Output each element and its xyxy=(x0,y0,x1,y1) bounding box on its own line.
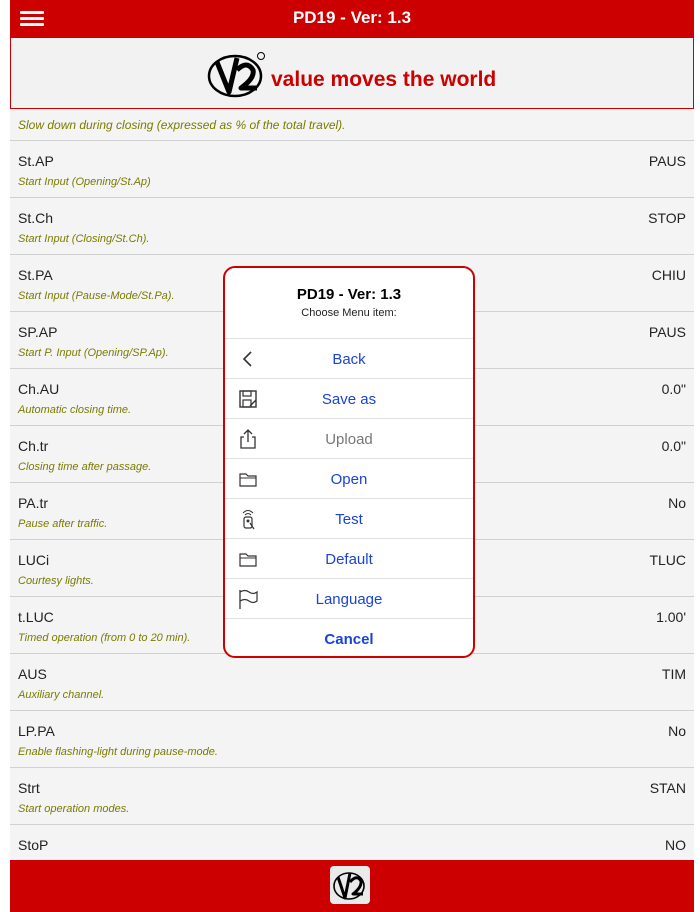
param-code: SP.AP xyxy=(18,324,58,340)
menu-item-label: Test xyxy=(335,511,363,528)
param-code: St.PA xyxy=(18,267,53,283)
param-value: No xyxy=(668,495,686,511)
param-value: STOP xyxy=(648,210,686,226)
param-code: AUS xyxy=(18,666,47,682)
menu-item-save-as[interactable]: Save as xyxy=(225,378,473,418)
param-code: St.Ch xyxy=(18,210,54,226)
param-description: Start Input (Opening/St.Ap) xyxy=(18,176,151,188)
param-code: t.LUC xyxy=(18,609,54,625)
param-code: LUCi xyxy=(18,552,50,568)
param-value: 1.00' xyxy=(656,609,686,625)
menu-item-back[interactable]: Back xyxy=(225,338,473,378)
dialog-subtitle: Choose Menu item: xyxy=(301,307,397,319)
v2-logo-icon[interactable] xyxy=(330,866,370,904)
brand-tagline: value moves the world xyxy=(271,68,497,91)
param-code: StoP xyxy=(18,837,49,853)
brand-banner: value moves the world xyxy=(10,38,694,109)
bottom-bar xyxy=(10,860,694,912)
param-value: NO xyxy=(665,837,686,853)
menu-item-label: Language xyxy=(315,591,383,608)
top-bar: PD19 - Ver: 1.3 xyxy=(10,0,694,38)
param-code: Ch.AU xyxy=(18,381,60,397)
param-value: No xyxy=(668,723,686,739)
param-description: Pause after traffic. xyxy=(18,518,108,530)
param-value: TIM xyxy=(661,666,686,682)
v2-logo-icon xyxy=(207,52,265,98)
param-code: Ch.tr xyxy=(18,438,49,454)
menu-item-label: Save as xyxy=(321,391,377,408)
param-description: Auxiliary channel. xyxy=(18,689,105,701)
menu-item-label: Open xyxy=(330,471,368,488)
dialog-title: PD19 - Ver: 1.3 xyxy=(296,286,402,303)
param-value: CHIU xyxy=(651,267,686,283)
param-value: STAN xyxy=(649,780,686,796)
param-description: Courtesy lights. xyxy=(18,575,94,587)
menu-item-default[interactable]: Default xyxy=(225,538,473,578)
menu-item-language[interactable]: Language xyxy=(225,578,473,618)
menu-item-label: Back xyxy=(332,351,366,368)
app-title: PD19 - Ver: 1.3 xyxy=(292,8,412,27)
list-item[interactable]: Strt Start operation modes. STAN xyxy=(10,768,694,825)
param-description: Start P. Input (Opening/SP.Ap). xyxy=(18,347,169,359)
menu-item-label: Default xyxy=(325,551,373,568)
menu-item-label: Cancel xyxy=(324,631,374,648)
list-item-description: Slow down during closing (expressed as %… xyxy=(10,110,694,141)
param-description: Timed operation (from 0 to 20 min). xyxy=(18,632,191,644)
param-description: Start operation modes. xyxy=(18,803,130,815)
menu-item-test[interactable]: Test xyxy=(225,498,473,538)
list-item[interactable]: St.Ch Start Input (Closing/St.Ch). STOP xyxy=(10,198,694,255)
list-item[interactable]: AUS Auxiliary channel. TIM xyxy=(10,654,694,711)
param-description: Enable flashing-light during pause-mode. xyxy=(18,746,218,758)
menu-item-open[interactable]: Open xyxy=(225,458,473,498)
param-value: 0.0" xyxy=(661,438,686,454)
param-value: TLUC xyxy=(649,552,686,568)
param-code: Strt xyxy=(18,780,40,796)
param-value: PAUS xyxy=(648,153,686,169)
param-code: St.AP xyxy=(18,153,54,169)
param-description: Automatic closing time. xyxy=(18,404,132,416)
param-code: LP.PA xyxy=(18,723,55,739)
param-description: Start Input (Pause-Mode/St.Pa). xyxy=(18,290,175,302)
menu-item-label: Upload xyxy=(325,431,373,448)
param-value: PAUS xyxy=(648,324,686,340)
list-item[interactable]: LP.PA Enable flashing-light during pause… xyxy=(10,711,694,768)
param-description: Closing time after passage. xyxy=(18,461,152,473)
list-item[interactable]: St.AP Start Input (Opening/St.Ap) PAUS xyxy=(10,141,694,198)
param-description: Start Input (Closing/St.Ch). xyxy=(18,233,150,245)
cancel-button[interactable]: Cancel xyxy=(225,618,473,656)
param-code: PA.tr xyxy=(18,495,49,511)
menu-dialog: PD19 - Ver: 1.3 Choose Menu item: Back S… xyxy=(223,266,475,658)
menu-item-upload[interactable]: Upload xyxy=(225,418,473,458)
param-value: 0.0" xyxy=(661,381,686,397)
